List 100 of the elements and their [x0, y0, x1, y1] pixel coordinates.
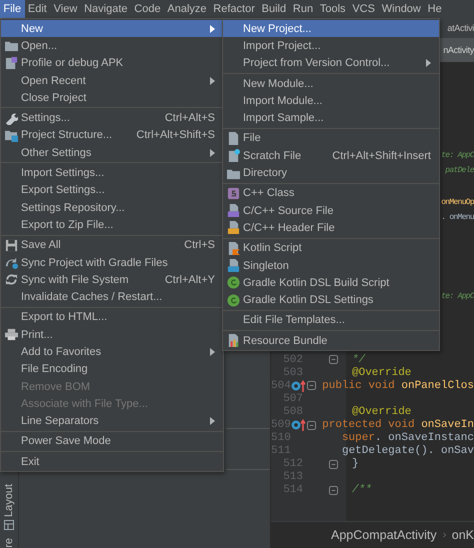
layout-icon: [4, 520, 14, 530]
menu-item[interactable]: C++ Class: [223, 184, 439, 202]
menu-bar-item[interactable]: Run: [290, 0, 316, 18]
code-text: . onSaveInstanc: [374, 432, 474, 444]
fold-icon[interactable]: [306, 420, 316, 430]
fold-icon[interactable]: [329, 355, 338, 364]
menu-item[interactable]: Profile or debug APK: [1, 54, 223, 72]
menu-item[interactable]: Settings... Ctrl+Alt+S: [1, 109, 223, 127]
menu-item[interactable]: File: [223, 130, 439, 148]
chevron-icon: [442, 530, 446, 540]
override-icon[interactable]: [290, 419, 307, 432]
folder-icon: [4, 128, 18, 142]
code-text: onMenuOp: [441, 197, 474, 209]
gradle-icon: [226, 294, 240, 307]
fold-icon[interactable]: [329, 486, 338, 495]
menu-item[interactable]: Directory: [223, 164, 439, 182]
menu-item[interactable]: New Module...: [223, 74, 439, 92]
menu-item[interactable]: C/C++ Header File: [223, 219, 439, 237]
menu-bar-item[interactable]: File: [0, 0, 25, 18]
wrench-icon: [4, 112, 18, 125]
breadcrumb[interactable]: onK: [452, 528, 474, 542]
menu-item[interactable]: Import Project...: [223, 37, 439, 55]
menu-item[interactable]: Sync Project with Gradle Files: [1, 254, 223, 272]
menu-item[interactable]: C/C++ Source File: [223, 202, 439, 220]
document-icon: [226, 132, 240, 145]
document-icon: [226, 242, 240, 255]
menu-item[interactable]: Import Module...: [223, 92, 439, 110]
save-icon: [4, 238, 18, 252]
editor-tab[interactable]: nActivity: [440, 38, 474, 62]
class-icon: [226, 186, 240, 200]
menu-item[interactable]: Line Separators: [1, 412, 223, 430]
menu-item[interactable]: Sync with File System Ctrl+Alt+Y: [1, 271, 223, 288]
menu-item[interactable]: File Encoding: [1, 360, 223, 378]
document-icon: [226, 259, 240, 272]
bundle-icon: [226, 334, 240, 348]
menu-bar-item[interactable]: VCS: [348, 0, 378, 18]
menu-bar-item[interactable]: Window: [378, 0, 424, 18]
menu-item[interactable]: Gradle Kotlin DSL Settings: [223, 291, 439, 309]
menu-item[interactable]: Edit File Templates...: [223, 312, 439, 330]
tool-window-tab[interactable]: Layout: [3, 484, 15, 530]
code-text: protected void: [322, 419, 416, 432]
document-icon: [4, 56, 18, 70]
menu-item[interactable]: Add to Favorites: [1, 343, 223, 361]
menu-bar-item[interactable]: Navigate: [80, 0, 131, 18]
code-text: }: [352, 458, 359, 470]
code-text: onPanelClos: [401, 380, 474, 392]
menu-item[interactable]: New Project...: [223, 20, 439, 38]
code-text: public void: [322, 380, 396, 392]
menu-item[interactable]: Export to Zip File...: [1, 216, 223, 234]
fold-icon[interactable]: [306, 381, 316, 390]
sync-icon: [4, 256, 18, 269]
override-icon[interactable]: [290, 380, 307, 392]
menu-item[interactable]: Other Settings: [1, 144, 223, 162]
editor-tab[interactable]: atActivi: [440, 18, 474, 38]
menu-item[interactable]: Settings Repository...: [1, 198, 223, 216]
code-text: . onMenu: [441, 212, 474, 224]
menu-item[interactable]: Import Settings...: [1, 164, 223, 182]
menu-item[interactable]: Save All Ctrl+S: [1, 236, 223, 254]
menu-item[interactable]: Singleton: [223, 256, 439, 274]
menu-item[interactable]: Import Sample...: [223, 109, 439, 127]
menu-item[interactable]: Power Save Mode: [1, 432, 223, 450]
menu-item[interactable]: Open...: [1, 37, 223, 55]
menu-item[interactable]: Open Recent: [1, 72, 223, 90]
refresh-icon: [4, 273, 18, 286]
document-icon: [226, 204, 240, 218]
menu-item[interactable]: Kotlin Script: [223, 240, 439, 257]
menu-bar-item[interactable]: Tools: [316, 0, 349, 18]
menu-item[interactable]: Gradle Kotlin DSL Build Script: [223, 274, 439, 292]
menu-bar-item[interactable]: Code: [130, 0, 164, 18]
menu-item[interactable]: Project Structure... Ctrl+Alt+Shift+S: [1, 126, 223, 144]
menu-item[interactable]: Close Project: [1, 89, 223, 106]
menu-item[interactable]: Scratch File Ctrl+Alt+Shift+Insert: [223, 147, 439, 164]
menu-bar-item[interactable]: He: [424, 0, 446, 18]
code-text: super: [342, 432, 375, 444]
code-text: onSaveIn: [421, 419, 474, 432]
gradle-icon: [226, 276, 240, 290]
menu-bar-item[interactable]: Refactor: [210, 0, 258, 18]
menu-bar-item[interactable]: Analyze: [164, 0, 210, 18]
code-text: te: AppC: [441, 150, 474, 162]
menu-item[interactable]: Invalidate Caches / Restart...: [1, 288, 223, 306]
printer-icon: [4, 328, 18, 342]
menu-item[interactable]: Resource Bundle: [223, 332, 439, 350]
menu-bar-item[interactable]: Build: [258, 0, 290, 18]
menu-item[interactable]: Export to HTML...: [1, 308, 223, 326]
document-icon: [226, 149, 240, 162]
code-text: te: AppC: [441, 291, 474, 303]
document-icon: [226, 221, 240, 234]
menu-bar-item[interactable]: View: [50, 0, 81, 18]
fold-icon[interactable]: [329, 460, 338, 469]
code-text: /**: [352, 484, 372, 496]
menu-item[interactable]: New: [1, 20, 223, 38]
menu-item[interactable]: Export Settings...: [1, 182, 223, 199]
menu-item[interactable]: Exit: [1, 453, 223, 470]
menu-item[interactable]: Project from Version Control...: [223, 54, 439, 72]
breadcrumb[interactable]: AppCompatActivity: [331, 528, 437, 542]
code-text: getDelegate(). onSav: [342, 445, 474, 458]
menu-item[interactable]: Print...: [1, 326, 223, 344]
code-text: */: [352, 354, 366, 366]
tool-window-tab[interactable]: re: [3, 538, 15, 548]
menu-bar-item[interactable]: Edit: [24, 0, 50, 18]
